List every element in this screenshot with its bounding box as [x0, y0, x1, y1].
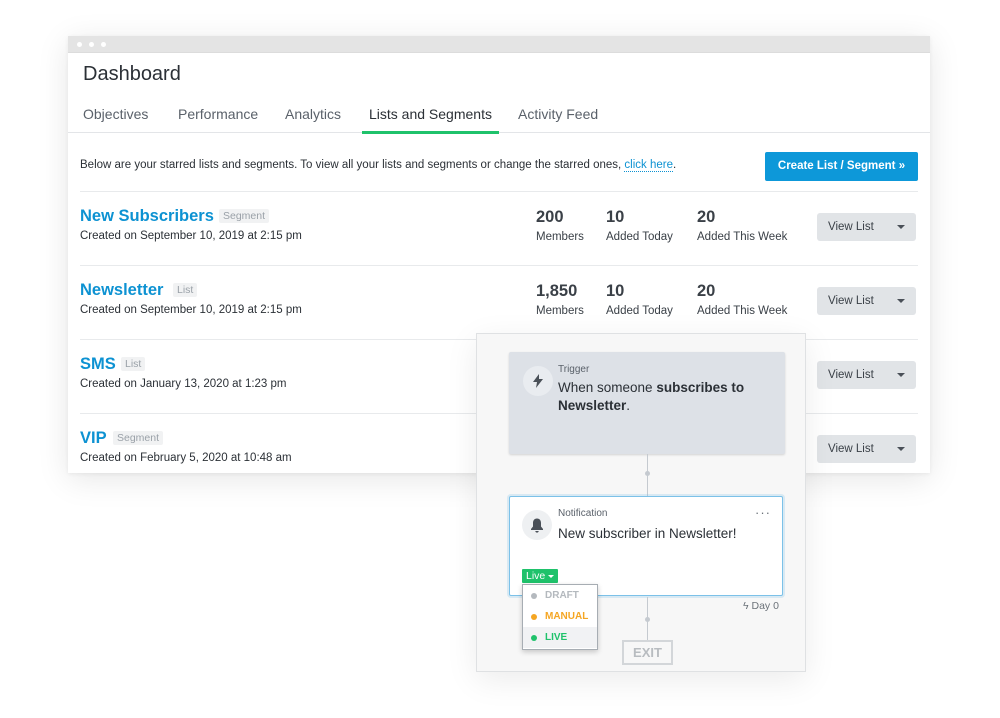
- automation-flow-panel: Trigger When someone subscribes to Newsl…: [476, 333, 806, 672]
- intro-text: Below are your starred lists and segment…: [80, 159, 677, 172]
- window-dot: [89, 42, 94, 47]
- status-dot: [531, 593, 537, 599]
- list-name-link[interactable]: SMS: [80, 355, 116, 374]
- connector-dot: [645, 617, 650, 622]
- caret-down-icon[interactable]: [897, 299, 905, 303]
- status-dot: [531, 614, 537, 620]
- added-today-count: 10: [606, 282, 625, 300]
- view-list-button[interactable]: View List: [817, 361, 916, 389]
- type-badge: List: [173, 283, 198, 297]
- lightning-icon: [523, 366, 553, 396]
- caret-down-icon: [548, 574, 555, 578]
- view-list-button[interactable]: View List: [817, 287, 916, 315]
- members-label: Members: [536, 305, 584, 317]
- view-list-button[interactable]: View List: [817, 213, 916, 241]
- status-dot: [531, 635, 537, 641]
- caret-down-icon[interactable]: [897, 373, 905, 377]
- lightning-icon: ϟ: [743, 600, 749, 612]
- added-week-count: 20: [697, 208, 716, 226]
- trigger-text: When someone subscribes to Newsletter.: [558, 380, 745, 413]
- tab-analytics[interactable]: Analytics: [285, 106, 341, 133]
- list-name-link[interactable]: Newsletter: [80, 281, 163, 300]
- members-count: 1,850: [536, 282, 578, 300]
- members-label: Members: [536, 231, 584, 243]
- added-week-label: Added This Week: [697, 305, 788, 317]
- added-today-count: 10: [606, 208, 625, 226]
- added-week-count: 20: [697, 282, 716, 300]
- status-option-live[interactable]: LIVE: [523, 627, 597, 648]
- trigger-card[interactable]: Trigger When someone subscribes to Newsl…: [509, 352, 785, 454]
- connector-dot: [645, 471, 650, 476]
- bell-icon: [522, 510, 552, 540]
- tab-objectives[interactable]: Objectives: [83, 106, 148, 133]
- members-count: 200: [536, 208, 564, 226]
- page-title: Dashboard: [83, 63, 181, 85]
- created-date: Created on February 5, 2020 at 10:48 am: [80, 452, 292, 464]
- added-week-label: Added This Week: [697, 231, 788, 243]
- caret-down-icon[interactable]: [897, 447, 905, 451]
- notification-text: New subscriber in Newsletter!: [558, 526, 737, 541]
- caret-down-icon[interactable]: [897, 225, 905, 229]
- status-option-manual[interactable]: MANUAL: [523, 606, 597, 627]
- tab-performance[interactable]: Performance: [178, 106, 258, 133]
- trigger-label: Trigger: [558, 364, 590, 375]
- added-today-label: Added Today: [606, 305, 673, 317]
- list-name-link[interactable]: VIP: [80, 429, 107, 448]
- create-list-segment-button[interactable]: Create List / Segment »: [765, 152, 918, 181]
- exit-node: EXIT: [622, 640, 673, 665]
- created-date: Created on January 13, 2020 at 1:23 pm: [80, 378, 287, 390]
- type-badge: List: [121, 357, 146, 371]
- day-delay-label: ϟ Day 0: [743, 600, 779, 612]
- list-name-link[interactable]: New Subscribers: [80, 207, 214, 226]
- created-date: Created on September 10, 2019 at 2:15 pm: [80, 230, 302, 242]
- tab-lists-and-segments[interactable]: Lists and Segments: [362, 106, 499, 134]
- type-badge: Segment: [113, 431, 164, 445]
- more-options-icon[interactable]: ···: [755, 505, 771, 520]
- created-date: Created on September 10, 2019 at 2:15 pm: [80, 304, 302, 316]
- list-row: New Subscribers Segment Created on Septe…: [80, 191, 918, 265]
- window-dot: [77, 42, 82, 47]
- added-today-label: Added Today: [606, 231, 673, 243]
- status-menu: DRAFT MANUAL LIVE: [522, 584, 598, 650]
- view-list-button[interactable]: View List: [817, 435, 916, 463]
- notification-label: Notification: [558, 508, 608, 519]
- click-here-link[interactable]: click here: [624, 159, 673, 172]
- list-row: Newsletter List Created on September 10,…: [80, 265, 918, 339]
- type-badge: Segment: [219, 209, 270, 223]
- status-dropdown[interactable]: Live: [522, 569, 559, 583]
- window-dot: [101, 42, 106, 47]
- window-titlebar: [68, 36, 930, 53]
- notification-card[interactable]: Notification New subscriber in Newslette…: [509, 496, 783, 596]
- tab-activity-feed[interactable]: Activity Feed: [518, 106, 598, 133]
- tab-bar: Objectives Performance Analytics Lists a…: [68, 100, 930, 134]
- status-option-draft[interactable]: DRAFT: [523, 585, 597, 606]
